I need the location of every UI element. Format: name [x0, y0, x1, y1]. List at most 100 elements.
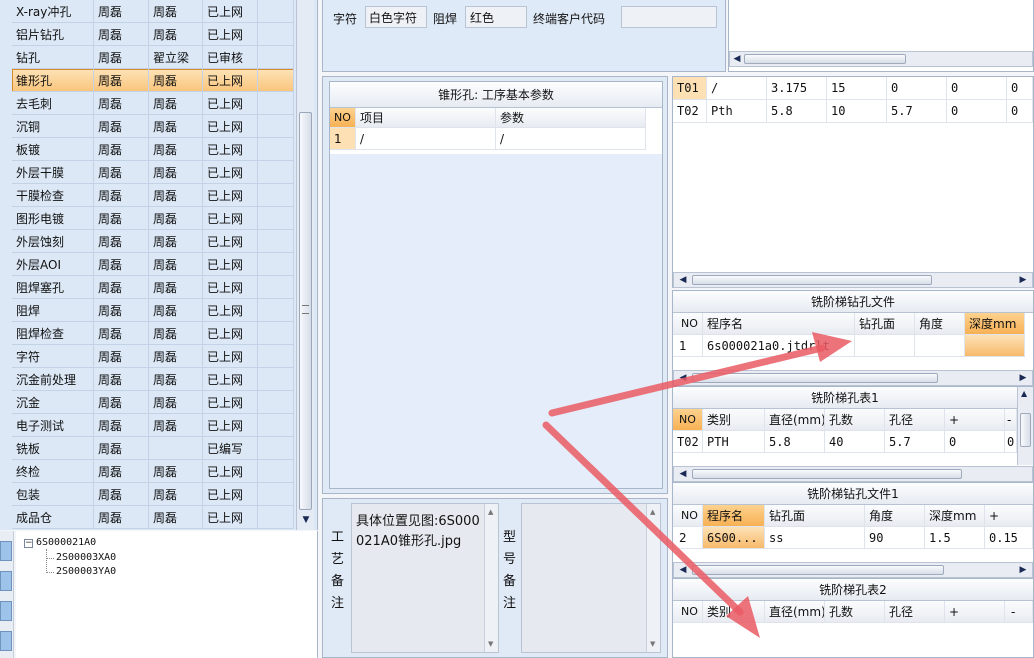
tool-button-4[interactable] — [0, 631, 12, 651]
process-row[interactable]: 沉金前处理 周磊 周磊 已上网 — [12, 368, 294, 391]
tool-cell[interactable]: 0 — [1007, 100, 1033, 123]
scroll-down-arrow-icon[interactable]: ▼ — [488, 640, 493, 648]
tool-cell[interactable]: 15 — [827, 77, 887, 100]
process-row[interactable]: 沉金 周磊 周磊 已上网 — [12, 391, 294, 414]
params-row-item[interactable]: / — [356, 128, 496, 150]
process-list-scrollbar[interactable]: ▼ — [296, 0, 314, 530]
sdf-row-face[interactable] — [855, 335, 915, 357]
tool-table-scroll-thumb[interactable] — [692, 275, 932, 285]
sdf-header-face[interactable]: 钻孔面 — [855, 313, 915, 335]
process-row[interactable]: 外层AOI 周磊 周磊 已上网 — [12, 253, 294, 276]
sht1-row-count[interactable]: 40 — [825, 431, 885, 453]
process-row[interactable]: 成品仓 周磊 周磊 已上网 — [12, 506, 294, 529]
sht2-header-type[interactable]: 类别 — [703, 601, 765, 623]
process-row[interactable]: 铣板 周磊 已编写 — [12, 437, 294, 460]
model-note-scrollbar[interactable]: ▲ ▼ — [646, 504, 660, 652]
tool-cell[interactable]: 0 — [947, 100, 1007, 123]
process-row[interactable]: 去毛刺 周磊 周磊 已上网 — [12, 92, 294, 115]
sht1-header-hole[interactable]: 孔径 — [885, 409, 945, 431]
tool-button-2[interactable] — [0, 571, 12, 591]
sdf1-header-program[interactable]: 程序名 — [703, 505, 765, 527]
scroll-down-arrow-icon[interactable]: ▼ — [650, 640, 655, 648]
sht2-header-diameter[interactable]: 直径(mm) — [765, 601, 825, 623]
process-row[interactable]: 终检 周磊 周磊 已上网 — [12, 460, 294, 483]
sdf1-row-program[interactable]: 6S00... — [703, 527, 765, 549]
tool-cell[interactable]: 3.175 — [767, 77, 827, 100]
sdf-hscrollbar[interactable]: ◀ ▶ — [673, 370, 1033, 386]
params-header-no[interactable]: NO — [330, 108, 356, 128]
process-row[interactable]: 阻焊检查 周磊 周磊 已上网 — [12, 322, 294, 345]
sdf-header-no[interactable]: NO — [673, 313, 703, 335]
process-row[interactable]: X-ray冲孔 周磊 周磊 已上网 — [12, 0, 294, 23]
sdf-scroll-thumb[interactable] — [692, 373, 938, 383]
scroll-left-arrow-icon[interactable]: ◀ — [676, 273, 690, 287]
scroll-down-arrow-icon[interactable]: ▼ — [300, 514, 312, 526]
sht1-vscroll-thumb[interactable] — [1020, 413, 1031, 447]
scroll-right-arrow-icon[interactable]: ▶ — [1016, 273, 1030, 287]
top-right-hscrollbar[interactable]: ◀ — [729, 51, 1033, 67]
tool-button-3[interactable] — [0, 601, 12, 621]
scroll-up-arrow-icon[interactable]: ▲ — [650, 508, 655, 516]
tool-cell[interactable]: 5.7 — [887, 100, 947, 123]
params-header-value[interactable]: 参数 — [496, 108, 646, 128]
tool-cell[interactable]: 5.8 — [767, 100, 827, 123]
process-row[interactable]: 字符 周磊 周磊 已上网 — [12, 345, 294, 368]
tool-cell[interactable]: 0 — [947, 77, 1007, 100]
process-row[interactable]: 包装 周磊 周磊 已上网 — [12, 483, 294, 506]
sdf1-row-face[interactable]: ss — [765, 527, 865, 549]
process-row[interactable]: 外层干膜 周磊 周磊 已上网 — [12, 161, 294, 184]
scroll-up-arrow-icon[interactable]: ▲ — [488, 508, 493, 516]
sdf1-header-plus[interactable]: + — [985, 505, 1033, 527]
sdf1-header-depth[interactable]: 深度mm — [925, 505, 985, 527]
sht2-header-plus[interactable]: + — [945, 601, 1005, 623]
sdf1-row-angle[interactable]: 90 — [865, 527, 925, 549]
sdf-header-angle[interactable]: 角度 — [915, 313, 965, 335]
scroll-right-arrow-icon[interactable]: ▶ — [1016, 563, 1030, 577]
process-note-box[interactable]: 具体位置见图:6S000021A0锥形孔.jpg ▲ ▼ — [351, 503, 499, 653]
scroll-left-arrow-icon[interactable]: ◀ — [676, 467, 690, 481]
sht1-vscrollbar[interactable]: ▲ — [1017, 387, 1033, 465]
process-row[interactable]: 阻焊塞孔 周磊 周磊 已上网 — [12, 276, 294, 299]
sht1-header-diameter[interactable]: 直径(mm) — [765, 409, 825, 431]
sht1-row-diameter[interactable]: 5.8 — [765, 431, 825, 453]
tool-cell[interactable]: 10 — [827, 100, 887, 123]
process-row[interactable]: 外层蚀刻 周磊 周磊 已上网 — [12, 230, 294, 253]
sdf1-row-depth[interactable]: 1.5 — [925, 527, 985, 549]
scroll-left-arrow-icon[interactable]: ◀ — [676, 371, 690, 385]
process-row[interactable]: 铝片钻孔 周磊 周磊 已上网 — [12, 23, 294, 46]
sdf-row-program[interactable]: 6s000021a0.jtdrlt — [703, 335, 855, 357]
sht1-header-no[interactable]: NO — [673, 409, 703, 431]
process-row[interactable]: 电子测试 周磊 周磊 已上网 — [12, 414, 294, 437]
sht1-row-hole[interactable]: 5.7 — [885, 431, 945, 453]
customer-code-field[interactable] — [621, 6, 717, 28]
tree-collapse-icon[interactable]: − — [24, 539, 33, 548]
sht1-header-type[interactable]: 类别 — [703, 409, 765, 431]
tree-child-node[interactable]: 2S00003YA0 — [56, 566, 116, 577]
sdf1-hscrollbar[interactable]: ◀ ▶ — [673, 562, 1033, 578]
sht1-hscrollbar[interactable]: ◀ — [673, 466, 1033, 482]
sht1-header-plus[interactable]: + — [945, 409, 1005, 431]
sdf-row-angle[interactable] — [915, 335, 965, 357]
sht1-header-minus[interactable]: - — [1005, 409, 1017, 431]
process-row[interactable]: 图形电镀 周磊 周磊 已上网 — [12, 207, 294, 230]
params-header-item[interactable]: 项目 — [356, 108, 496, 128]
process-note-scrollbar[interactable]: ▲ ▼ — [484, 504, 498, 652]
sht1-scroll-thumb[interactable] — [692, 469, 962, 479]
process-row[interactable]: 沉铜 周磊 周磊 已上网 — [12, 115, 294, 138]
sdf1-scroll-thumb[interactable] — [692, 565, 944, 575]
tool-cell[interactable]: 0 — [1007, 77, 1033, 100]
tree-root-node[interactable]: 6S000021A0 — [36, 537, 96, 548]
tool-button-1[interactable] — [0, 541, 12, 561]
sdf-header-program[interactable]: 程序名 — [703, 313, 855, 335]
tool-table-hscrollbar[interactable]: ◀ ▶ — [673, 272, 1033, 288]
process-row[interactable]: 干膜检查 周磊 周磊 已上网 — [12, 184, 294, 207]
process-row[interactable]: 阻焊 周磊 周磊 已上网 — [12, 299, 294, 322]
process-row[interactable]: 锥形孔 周磊 周磊 已上网 — [12, 69, 294, 92]
sdf1-header-angle[interactable]: 角度 — [865, 505, 925, 527]
process-row[interactable]: 钻孔 周磊 翟立梁 已审核 — [12, 46, 294, 69]
scroll-right-arrow-icon[interactable]: ▶ — [1016, 371, 1030, 385]
sht1-row-type[interactable]: PTH — [703, 431, 765, 453]
scroll-left-arrow-icon[interactable]: ◀ — [676, 563, 690, 577]
sdf1-header-face[interactable]: 钻孔面 — [765, 505, 865, 527]
char-field[interactable]: 白色字符 — [365, 6, 427, 28]
